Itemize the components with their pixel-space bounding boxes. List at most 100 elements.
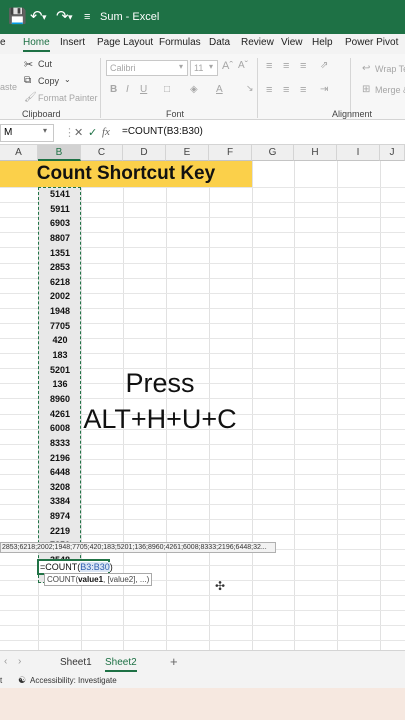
orientation-icon[interactable]: ⇗ xyxy=(320,60,328,71)
value-cell[interactable]: 5201 xyxy=(40,363,80,378)
name-box[interactable]: M ▾ xyxy=(0,124,54,142)
underline-icon[interactable]: U xyxy=(140,84,147,95)
value-cell[interactable]: 6448 xyxy=(40,465,80,480)
font-color-icon[interactable]: A xyxy=(216,84,223,95)
value-cell[interactable]: 8807 xyxy=(40,231,80,246)
tab-insert[interactable]: Insert xyxy=(60,37,85,48)
customize-toolbar-icon[interactable]: ≡ xyxy=(84,8,90,26)
align-right-icon[interactable]: ≡ xyxy=(300,84,306,96)
accessibility-status[interactable]: Accessibility: Investigate xyxy=(30,676,117,685)
value-cell[interactable]: 5911 xyxy=(40,202,80,217)
scissors-icon: ✂ xyxy=(24,59,34,71)
column-header-g[interactable]: G xyxy=(252,145,294,161)
redo-dropdown-icon[interactable]: ▾ xyxy=(68,8,73,26)
tab-review[interactable]: Review xyxy=(241,37,274,48)
undo-icon[interactable]: ↶ xyxy=(30,8,43,26)
group-label-alignment: Alignment xyxy=(332,109,373,119)
gridline xyxy=(252,161,253,650)
insert-function-icon[interactable]: fx xyxy=(102,126,110,138)
column-header-i[interactable]: I xyxy=(337,145,380,161)
redo-icon[interactable]: ↷ xyxy=(56,8,69,26)
sheet-tab-2[interactable]: Sheet2 xyxy=(105,657,137,672)
tab-home[interactable]: Home xyxy=(23,37,50,52)
cancel-icon[interactable]: ✕ xyxy=(74,126,83,139)
chevron-down-icon: ▾ xyxy=(209,62,214,71)
copy-dropdown-icon[interactable]: ⌄ xyxy=(64,75,71,84)
tab-help[interactable]: Help xyxy=(312,37,333,48)
increase-font-icon[interactable]: Aˆ xyxy=(222,60,233,72)
tab-formulas[interactable]: Formulas xyxy=(159,37,201,48)
sheet-tab-1[interactable]: Sheet1 xyxy=(60,657,92,668)
tab-page-layout[interactable]: Page Layout xyxy=(97,37,153,48)
prev-sheet-icon[interactable]: ‹ xyxy=(4,656,7,667)
function-argument-tooltip[interactable]: COUNT(value1, [value2], ...) xyxy=(44,573,152,586)
align-middle-icon[interactable]: ≡ xyxy=(283,60,289,72)
value-cell[interactable]: 136 xyxy=(40,377,80,392)
cut-button[interactable]: Cut xyxy=(38,59,52,69)
align-bottom-icon[interactable]: ≡ xyxy=(300,60,306,72)
value-cell[interactable]: 5141 xyxy=(40,187,80,202)
value-cell[interactable]: 3208 xyxy=(40,480,80,495)
hint-arg1: value1 xyxy=(78,575,104,584)
value-cell[interactable]: 6218 xyxy=(40,275,80,290)
name-box-value: M xyxy=(4,127,13,138)
font-size-select[interactable]: 11 ▾ xyxy=(190,60,218,76)
italic-icon[interactable]: I xyxy=(126,84,129,95)
bold-icon[interactable]: B xyxy=(110,84,117,95)
borders-icon[interactable]: □ xyxy=(164,84,170,95)
value-cell[interactable]: 2219 xyxy=(40,524,80,539)
value-cell[interactable]: 6008 xyxy=(40,421,80,436)
value-cell[interactable]: 420 xyxy=(40,333,80,348)
value-cell[interactable]: 6903 xyxy=(40,216,80,231)
value-cell[interactable]: 1948 xyxy=(40,304,80,319)
fill-color-icon[interactable]: ◈ xyxy=(190,84,198,95)
font-name-select[interactable]: Calibri ▾ xyxy=(106,60,188,76)
dialog-launcher-icon[interactable]: ↘ xyxy=(246,83,254,94)
column-header-j[interactable]: J xyxy=(380,145,405,161)
column-header-a[interactable]: A xyxy=(0,145,38,161)
value-cell[interactable]: 8974 xyxy=(40,509,80,524)
column-header-e[interactable]: E xyxy=(166,145,209,161)
value-cell[interactable]: 2853 xyxy=(40,260,80,275)
paste-button[interactable]: aste xyxy=(0,82,17,92)
column-header-h[interactable]: H xyxy=(294,145,337,161)
wrap-text-button[interactable]: Wrap Tex xyxy=(375,64,405,74)
formula-range-reference: B3:B30 xyxy=(80,562,110,572)
value-cell[interactable]: 1351 xyxy=(40,246,80,261)
tab-view[interactable]: View xyxy=(281,37,303,48)
format-painter-button[interactable]: Format Painter xyxy=(38,93,98,103)
value-cell[interactable]: 2002 xyxy=(40,289,80,304)
merge-button[interactable]: Merge & xyxy=(375,85,405,95)
align-left-icon[interactable]: ≡ xyxy=(266,84,272,96)
column-header-f[interactable]: F xyxy=(209,145,252,161)
value-cell[interactable]: 4261 xyxy=(40,407,80,422)
value-cell[interactable]: 183 xyxy=(40,348,80,363)
add-sheet-icon[interactable]: + xyxy=(170,654,178,669)
worksheet-grid[interactable]: A B C D E F G H I J Count Shortcut Key 5… xyxy=(0,145,405,650)
align-top-icon[interactable]: ≡ xyxy=(266,60,272,72)
enter-icon[interactable]: ✓ xyxy=(88,126,97,139)
column-header-b[interactable]: B xyxy=(38,145,81,161)
value-cell[interactable]: 8960 xyxy=(40,392,80,407)
gridline xyxy=(0,624,405,626)
formula-input[interactable]: =COUNT(B3:B30) xyxy=(122,126,203,137)
gridline xyxy=(337,161,338,650)
tab-data[interactable]: Data xyxy=(209,37,230,48)
value-cell[interactable]: 3384 xyxy=(40,494,80,509)
value-cell[interactable]: 2196 xyxy=(40,451,80,466)
indent-icon[interactable]: ⇥ xyxy=(320,84,328,95)
save-icon[interactable]: 💾 xyxy=(8,8,27,26)
value-cell[interactable]: 7705 xyxy=(40,319,80,334)
column-header-c[interactable]: C xyxy=(81,145,123,161)
column-header-d[interactable]: D xyxy=(123,145,166,161)
tab-power-pivot[interactable]: Power Pivot xyxy=(345,37,398,48)
window-title: Sum - Excel xyxy=(100,11,160,23)
decrease-font-icon[interactable]: Aˇ xyxy=(238,60,248,71)
undo-dropdown-icon[interactable]: ▾ xyxy=(42,8,47,26)
value-cell[interactable]: 8333 xyxy=(40,436,80,451)
copy-button[interactable]: Copy xyxy=(38,76,59,86)
tab-file[interactable]: e xyxy=(0,37,6,48)
next-sheet-icon[interactable]: › xyxy=(18,656,21,667)
align-center-icon[interactable]: ≡ xyxy=(283,84,289,96)
ribbon-tabs: e Home Insert Page Layout Formulas Data … xyxy=(0,34,405,54)
